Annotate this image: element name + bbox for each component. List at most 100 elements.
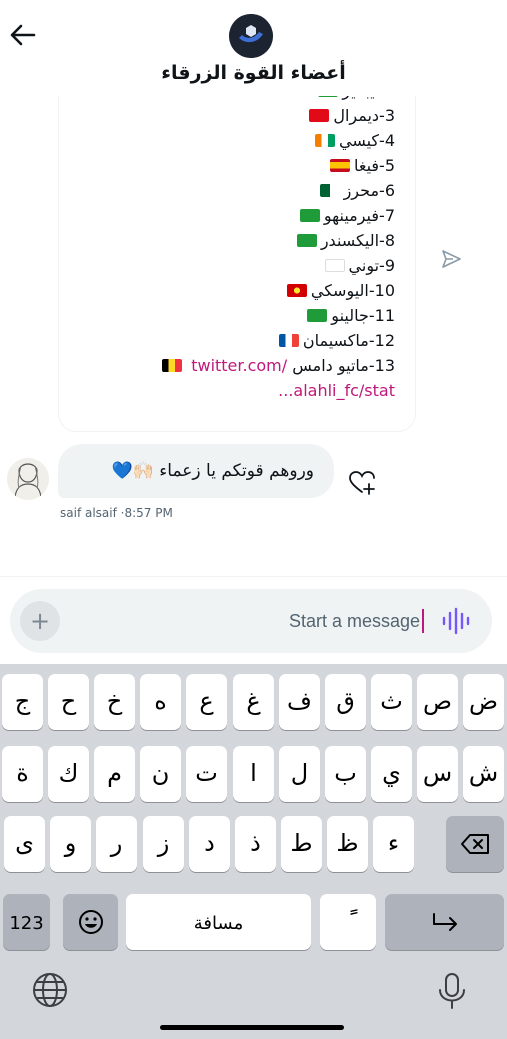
return-icon bbox=[432, 913, 457, 931]
letter-key[interactable]: ف bbox=[279, 674, 320, 730]
letter-key[interactable]: ر bbox=[96, 816, 137, 872]
france-flag-icon bbox=[278, 334, 299, 347]
tweet-line-text: 2-ايبانيز bbox=[342, 96, 395, 100]
brazil-flag-icon bbox=[299, 209, 320, 222]
letter-key[interactable]: ص bbox=[417, 674, 458, 730]
microphone-icon[interactable] bbox=[432, 970, 472, 1010]
shared-tweet-card[interactable]: 2-ايبانيز 3-ديمرال 4-كيسي 5-فيغا 6-محرز 7-فير… bbox=[58, 96, 416, 432]
diacritic-key[interactable]: ًً bbox=[320, 894, 376, 950]
letter-key[interactable]: ج bbox=[2, 674, 43, 730]
share-icon[interactable] bbox=[440, 248, 462, 270]
letter-key[interactable]: ك bbox=[48, 746, 89, 802]
tweet-link-start[interactable]: twitter.com/ bbox=[191, 356, 287, 375]
tweet-line-text: 11-جالينو bbox=[331, 306, 395, 325]
tweet-line: 12-ماكسيمان bbox=[162, 328, 395, 353]
letter-key[interactable]: ظ bbox=[327, 816, 368, 872]
message-time: ·8:57 PM bbox=[120, 506, 173, 520]
text-caret bbox=[422, 609, 424, 633]
tweet-line: 7-فيرمينهو bbox=[162, 203, 395, 228]
brazil-flag-icon bbox=[307, 309, 328, 322]
letter-key[interactable]: ه bbox=[140, 674, 181, 730]
message-row: وروهم قوتكم يا زعماء 🙌🏻💙 saif alsaif ·8:… bbox=[0, 436, 507, 526]
letter-key[interactable]: ا bbox=[233, 746, 274, 802]
tweet-line-text: 7-فيرمينهو bbox=[323, 206, 395, 225]
sender-avatar[interactable] bbox=[7, 458, 49, 500]
tweet-line-text: 8-اليكسندر bbox=[320, 231, 395, 250]
letter-key[interactable]: س bbox=[417, 746, 458, 802]
letter-key[interactable]: ض bbox=[463, 674, 504, 730]
back-arrow-icon[interactable] bbox=[8, 20, 38, 50]
arabic-keyboard: 123 مسافة ًً ضصثقفغعهخحج شسيبلاتنمكة ءظطذد… bbox=[0, 664, 507, 1039]
tweet-line: 2-ايبانيز bbox=[162, 96, 395, 103]
message-bubble[interactable]: وروهم قوتكم يا زعماء 🙌🏻💙 bbox=[58, 444, 334, 498]
letter-key[interactable]: م bbox=[94, 746, 135, 802]
letter-key[interactable]: ث bbox=[371, 674, 412, 730]
letter-key[interactable]: ش bbox=[463, 746, 504, 802]
add-reaction-icon[interactable] bbox=[348, 470, 376, 496]
letter-key[interactable]: ي bbox=[371, 746, 412, 802]
tweet-line: 5-فيغا bbox=[162, 153, 395, 178]
ivory-coast-flag-icon bbox=[314, 134, 335, 147]
letter-key[interactable]: ز bbox=[143, 816, 184, 872]
message-list[interactable]: 2-ايبانيز 3-ديمرال 4-كيسي 5-فيغا 6-محرز 7-فير… bbox=[0, 96, 507, 576]
return-key[interactable] bbox=[385, 894, 504, 950]
letter-key[interactable]: ق bbox=[325, 674, 366, 730]
letter-key[interactable]: ل bbox=[279, 746, 320, 802]
tweet-line-text: 6-محرز bbox=[343, 181, 395, 200]
letter-key[interactable]: خ bbox=[94, 674, 135, 730]
add-media-button[interactable]: + bbox=[20, 601, 60, 641]
tweet-line: 8-اليكسندر bbox=[162, 228, 395, 253]
letter-key[interactable]: ة bbox=[2, 746, 43, 802]
message-composer: + bbox=[10, 589, 492, 653]
letter-key[interactable]: ء bbox=[373, 816, 414, 872]
tweet-line-text: 3-ديمرال bbox=[333, 106, 395, 125]
group-avatar[interactable] bbox=[229, 14, 273, 58]
england-flag-icon bbox=[324, 259, 345, 272]
tweet-line-text: 9-توني bbox=[348, 256, 395, 275]
composer-area: + bbox=[0, 576, 507, 664]
emoji-icon bbox=[78, 910, 103, 934]
letter-key[interactable]: ذ bbox=[235, 816, 276, 872]
tweet-line-text: 5-فيغا bbox=[353, 156, 395, 175]
letter-key[interactable]: ب bbox=[325, 746, 366, 802]
message-meta: saif alsaif ·8:57 PM bbox=[60, 506, 173, 520]
conversation-header: أعضاء القوة الزرقاء bbox=[0, 0, 507, 96]
letter-key[interactable]: ح bbox=[48, 674, 89, 730]
tweet-line-text: 4-كيسي bbox=[338, 131, 395, 150]
tweet-link[interactable]: ...alahli_fc/stat bbox=[278, 381, 395, 400]
tweet-line: 6-محرز bbox=[162, 178, 395, 203]
tweet-line-text: 12-ماكسيمان bbox=[302, 331, 395, 350]
letter-key[interactable]: ى bbox=[4, 816, 45, 872]
spain-flag-icon bbox=[329, 159, 350, 172]
brazil-flag-icon bbox=[318, 96, 339, 97]
home-indicator bbox=[160, 1025, 344, 1030]
tweet-line: 3-ديمرال bbox=[162, 103, 395, 128]
letter-key[interactable]: ت bbox=[186, 746, 227, 802]
tweet-text: 2-ايبانيز 3-ديمرال 4-كيسي 5-فيغا 6-محرز 7-فير… bbox=[162, 96, 395, 378]
north-macedonia-flag-icon bbox=[286, 284, 307, 297]
group-title: أعضاء القوة الزرقاء bbox=[161, 62, 346, 84]
tweet-line: 9-توني bbox=[162, 253, 395, 278]
letter-key[interactable]: غ bbox=[233, 674, 274, 730]
tweet-line: 11-جالينو bbox=[162, 303, 395, 328]
backspace-key[interactable] bbox=[446, 816, 504, 872]
emoji-key[interactable] bbox=[63, 894, 118, 950]
tweet-line: 10-اليوسكي bbox=[162, 278, 395, 303]
letter-key[interactable]: ن bbox=[140, 746, 181, 802]
brazil-flag-icon bbox=[296, 234, 317, 247]
tweet-line: 4-كيسي bbox=[162, 128, 395, 153]
turkey-flag-icon bbox=[309, 109, 330, 122]
letter-key[interactable]: و bbox=[50, 816, 91, 872]
letter-key[interactable]: د bbox=[189, 816, 230, 872]
numbers-key[interactable]: 123 bbox=[3, 894, 50, 950]
voice-message-icon[interactable] bbox=[440, 607, 470, 635]
tweet-line: 13-ماتيو دامس twitter.com/ bbox=[162, 353, 395, 378]
letter-key[interactable]: ط bbox=[281, 816, 322, 872]
letter-key[interactable]: ع bbox=[186, 674, 227, 730]
sender-name: saif alsaif bbox=[60, 506, 117, 520]
space-key[interactable]: مسافة bbox=[126, 894, 311, 950]
belgium-flag-icon bbox=[162, 359, 183, 372]
message-input[interactable] bbox=[70, 601, 422, 641]
tweet-line-text: 10-اليوسكي bbox=[310, 281, 395, 300]
globe-icon[interactable] bbox=[30, 970, 70, 1010]
